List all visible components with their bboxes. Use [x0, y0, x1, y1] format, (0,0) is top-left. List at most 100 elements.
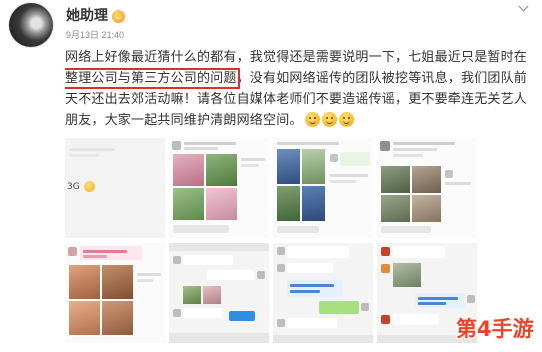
thumb-photo: [412, 195, 441, 222]
chevron-down-icon[interactable]: [516, 2, 530, 14]
thumb-photo: [102, 265, 133, 299]
thumb-text-line: [290, 290, 320, 293]
thumb-photo: [206, 154, 237, 186]
thumb-chat-bubble: [287, 318, 337, 328]
thumb-text-line: [277, 142, 339, 145]
thumb-header-bar: [169, 243, 269, 251]
thumb-avatar: [277, 247, 285, 255]
thumb-chat-bubble: [277, 226, 319, 233]
thumb-photo: [102, 301, 133, 335]
thumb-photo: [203, 286, 221, 304]
post-text-segment: 朋友，大家一起共同维护清朗网络空间。: [65, 113, 303, 128]
thumb-avatar: [381, 247, 390, 256]
thumb-photo: [69, 301, 100, 335]
thumb-chat-bubble: [393, 246, 445, 258]
thumb-text-line: [137, 273, 161, 276]
thumb-text-line: [418, 302, 446, 305]
post-image-3[interactable]: [273, 138, 373, 238]
post-text-line: 朋友，大家一起共同维护清朗网络空间。: [65, 110, 537, 131]
thumb-text-line: [330, 180, 356, 183]
post-text-segment: ，没有如网络谣传的团队被挖等讯息，我们团队前: [236, 71, 528, 86]
thumb-avatar: [381, 315, 390, 324]
thumb-link-bubble: [287, 280, 343, 297]
thumb-photo: [183, 286, 201, 304]
thumb-photo: [393, 263, 421, 287]
vip-badge-icon[interactable]: [112, 10, 125, 23]
thumb-photo: [302, 186, 325, 221]
post-timestamp[interactable]: 9月13日 21:40: [66, 30, 124, 41]
post-image-2[interactable]: [169, 138, 269, 238]
thumb-avatar: [330, 154, 338, 162]
thumb-text-line: [184, 147, 218, 150]
thumb-text-line: [241, 158, 265, 161]
thumb-avatar: [380, 141, 390, 151]
post-text-line: 整理公司与第三方公司的问题，没有如网络谣传的团队被挖等讯息，我们团队前: [65, 68, 537, 89]
thumb-caption: 3G: [67, 182, 80, 192]
post-image-1[interactable]: 3G: [65, 138, 165, 238]
thumb-text-line: [69, 154, 99, 157]
thumb-avatar: [277, 319, 285, 327]
thumb-chat-bubble: [287, 263, 333, 273]
post-image-4[interactable]: [377, 138, 477, 238]
thumb-chat-bubble: [340, 152, 370, 166]
thumb-text-line: [137, 279, 153, 282]
thumb-text-line: [83, 250, 127, 253]
thumb-avatar: [361, 303, 369, 311]
thumb-avatar: [445, 170, 453, 178]
thumb-chat-bubble: [207, 270, 255, 280]
thumb-photo: [173, 188, 204, 220]
username[interactable]: 她助理: [66, 8, 108, 24]
post-image-grid: 3G: [65, 138, 477, 343]
post-text-line: 网络上好像最近猜什么的都有，我觉得还是需要说明一下，七姐最近只是暂时在: [65, 50, 528, 65]
thumb-photo: [412, 166, 441, 193]
thumb-photo: [381, 195, 410, 222]
thumb-avatar: [172, 141, 181, 150]
thumb-avatar: [277, 264, 285, 272]
thumb-text-line: [184, 142, 236, 145]
laugh-tears-emoji-icon: [321, 112, 337, 127]
thumb-photo: [381, 166, 410, 193]
thumb-avatar: [173, 256, 181, 264]
thumb-text-line: [393, 154, 423, 157]
thumb-avatar: [68, 247, 77, 256]
thumb-photo: [277, 186, 300, 221]
thumb-chat-bubble: [393, 314, 439, 325]
post-text-line: 天不还出去郊活动嘛！请各位自媒体老师们不要造谣传谣，更不要牵连无关艺人: [65, 92, 528, 107]
thumb-chat-bubble: [287, 246, 349, 258]
thumb-photo: [173, 154, 204, 186]
thumb-link-bubble: [415, 293, 465, 308]
thumb-input-bar: [273, 335, 373, 343]
post-body: 网络上好像最近猜什么的都有，我觉得还是需要说明一下，七姐最近只是暂时在 整理公司…: [65, 47, 537, 131]
post-image-7[interactable]: [273, 243, 373, 343]
thumb-chat-bubble: [381, 226, 431, 233]
thumb-input-bar: [169, 333, 269, 343]
thumb-photo: [277, 149, 300, 184]
thumb-text-line: [290, 284, 334, 287]
thumb-emoji-icon: [84, 181, 95, 192]
thumb-photo: [69, 265, 100, 299]
thumb-chat-bubble: [173, 225, 229, 233]
thumb-text-line: [241, 164, 259, 167]
thumb-photo: [302, 149, 325, 184]
thumb-chat-bubble: [183, 255, 233, 265]
thumb-text-line: [445, 182, 471, 185]
avatar[interactable]: [9, 3, 53, 47]
post-image-5[interactable]: [65, 243, 165, 343]
thumb-chat-bubble: [319, 301, 359, 314]
laugh-tears-emoji-icon: [338, 112, 354, 127]
thumb-avatar: [257, 271, 265, 279]
highlighted-phrase: 整理公司与第三方公司的问题: [65, 68, 240, 89]
thumb-chat-bubble: [183, 308, 223, 318]
watermark-logo: 第4手游: [456, 317, 534, 341]
thumb-text-line: [393, 148, 437, 151]
laugh-tears-emoji-icon: [304, 112, 320, 127]
post-image-6[interactable]: [169, 243, 269, 343]
thumb-text-line: [418, 297, 458, 300]
thumb-text-line: [83, 255, 107, 258]
thumb-button: [229, 311, 255, 321]
thumb-text-line: [69, 148, 115, 151]
thumb-avatar: [173, 309, 181, 317]
thumb-avatar: [467, 295, 475, 303]
thumb-text-line: [330, 174, 368, 177]
thumb-text-line: [393, 142, 455, 145]
